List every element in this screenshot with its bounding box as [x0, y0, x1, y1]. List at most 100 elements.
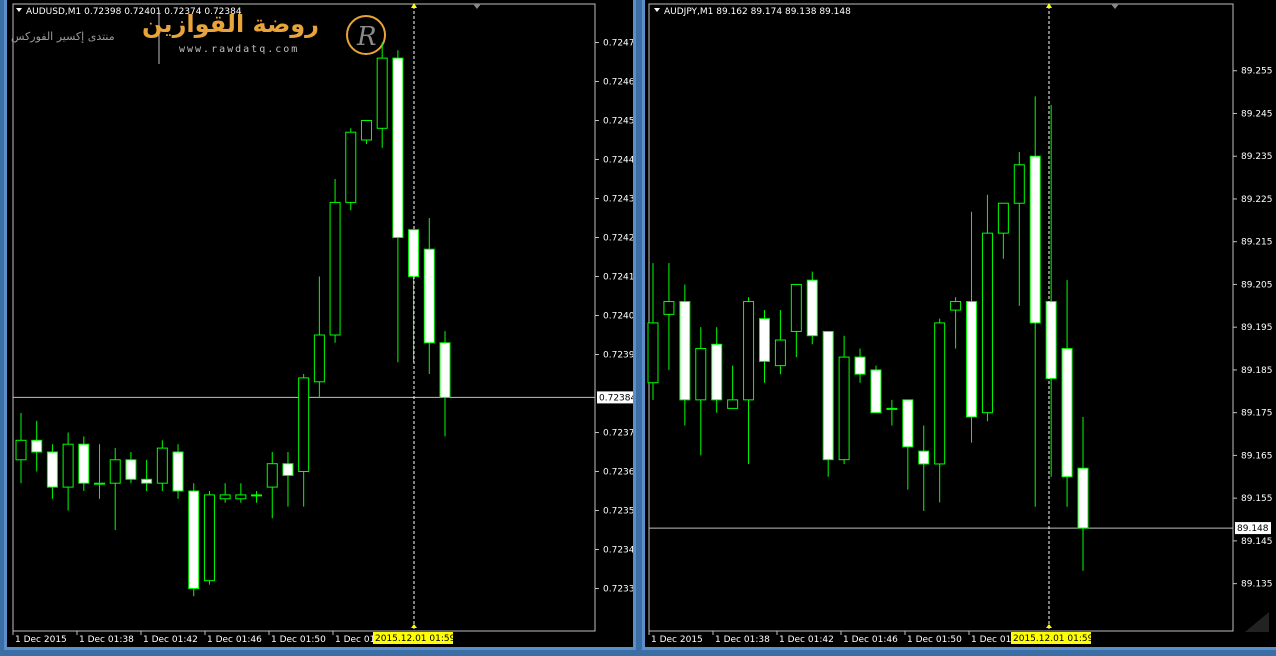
candle-body-bull [329, 201, 341, 336]
candle [695, 327, 707, 456]
candle-body-bear [1029, 155, 1041, 324]
y-tick-label: 0.72375 [603, 429, 633, 439]
candle-body-bull [298, 377, 310, 472]
candle [663, 263, 675, 370]
candle [345, 128, 357, 211]
candle-body-bear [31, 439, 43, 453]
y-tick-label: 89.215 [1241, 238, 1273, 248]
x-tick-label: 1 Dec 01:42 [779, 635, 834, 645]
candle [219, 483, 231, 503]
candle-body-bull [1013, 164, 1025, 204]
candle-body-bull [950, 301, 962, 311]
y-tick-label: 89.165 [1241, 451, 1273, 461]
chart-header: AUDJPY,M1 89.162 89.174 89.138 89.148 [664, 7, 851, 17]
candle-body-bull [360, 120, 372, 141]
candle [141, 459, 153, 491]
candle-body-bull [266, 463, 278, 488]
candle [1061, 280, 1073, 507]
candle-body-bull [62, 443, 74, 488]
x-tick-label: 1 Dec 01:46 [207, 635, 262, 645]
plot-frame [12, 3, 596, 632]
x-tick-label: 1 Dec 2015 [15, 635, 67, 645]
y-tick-label: 0.72365 [603, 468, 633, 478]
candle-body-bear [188, 490, 200, 589]
resize-grip-icon[interactable] [1245, 612, 1269, 632]
candle-body-bear [439, 342, 451, 398]
candle-body-bear [282, 463, 294, 476]
candle [727, 365, 739, 409]
candle [790, 283, 802, 358]
candle-body-bear [78, 443, 90, 484]
y-tick-label: 0.72415 [603, 273, 633, 283]
candle [313, 276, 325, 398]
candle-body-bull [345, 131, 357, 203]
candle-body-bear [141, 478, 153, 484]
chart-window-audjpy[interactable]: AUDJPY,M1 89.162 89.174 89.138 89.148 89… [642, 0, 1276, 650]
shift-marker-icon[interactable] [473, 4, 481, 9]
watermark-title: روضة القوازين [142, 10, 319, 38]
candle [758, 310, 770, 383]
candle-body-bull [790, 283, 802, 332]
candle [251, 491, 263, 503]
candle-body-bear [1061, 348, 1073, 478]
y-tick-label: 0.72455 [603, 117, 633, 127]
candle [125, 452, 137, 484]
y-tick-label: 89.195 [1241, 323, 1273, 333]
audjpy-chart-canvas[interactable]: AUDJPY,M1 89.162 89.174 89.138 89.148 89… [645, 0, 1276, 647]
candle [109, 448, 121, 530]
candle-body-bull [997, 202, 1009, 234]
candle-body-bear [711, 343, 723, 401]
candle [711, 327, 723, 413]
watermark-subtitle: منتدى إكسير الفوركس [11, 30, 115, 43]
y-tick-label: 89.205 [1241, 280, 1273, 290]
y-tick-label: 89.155 [1241, 494, 1273, 504]
y-tick-label: 0.72405 [603, 312, 633, 322]
candle-body-bull [94, 482, 106, 485]
candle-body-bull [663, 301, 675, 315]
candle [854, 348, 866, 383]
current-price-label: 0.72384 [599, 393, 633, 403]
x-tick-label: 1 Dec 01:38 [79, 635, 134, 645]
crosshair-bottom-marker-icon [1046, 624, 1052, 628]
candle-body-bear [679, 301, 691, 401]
candle [423, 218, 435, 374]
candle-body-bear [1045, 301, 1057, 379]
candle-body-bull [219, 494, 231, 500]
candle-body-bear [423, 248, 435, 344]
candle [1013, 151, 1025, 306]
candle [329, 179, 341, 343]
candle-body-bull [647, 322, 659, 384]
candle-body-bear [758, 318, 770, 362]
candle-body-bear [172, 451, 184, 492]
x-tick-label: 1 Dec 01:38 [715, 635, 770, 645]
candle-body-bear [392, 57, 404, 238]
chart-menu-icon[interactable] [16, 8, 22, 12]
y-tick-label: 89.145 [1241, 537, 1273, 547]
y-tick-label: 0.72335 [603, 585, 633, 595]
candle [934, 318, 946, 503]
candle [918, 425, 930, 511]
terminal-workspace: AUDUSD,M1 0.72398 0.72401 0.72374 0.7238… [0, 0, 1276, 656]
audusd-chart-canvas[interactable]: AUDUSD,M1 0.72398 0.72401 0.72374 0.7238… [7, 0, 633, 647]
candle-body-bull [981, 232, 993, 414]
y-tick-label: 89.185 [1241, 366, 1273, 376]
y-tick-label: 89.135 [1241, 580, 1273, 590]
candle-body-bear [125, 459, 137, 480]
y-tick-label: 0.72345 [603, 546, 633, 556]
x-tick-label: 1 Dec 01:50 [271, 635, 326, 645]
candle [62, 432, 74, 511]
candle [15, 413, 27, 484]
shift-marker-icon[interactable] [1111, 4, 1119, 9]
y-tick-label: 89.225 [1241, 195, 1273, 205]
crosshair-bottom-marker-icon [411, 624, 417, 628]
candle-body-bull [886, 407, 898, 410]
crosshair-time-label: 2015.12.01 01:59 [1013, 634, 1094, 644]
chart-window-audusd[interactable]: AUDUSD,M1 0.72398 0.72401 0.72374 0.7238… [4, 0, 636, 650]
candle [172, 444, 184, 499]
candle [360, 120, 372, 144]
candle-body-bull [251, 494, 263, 497]
candle [266, 452, 278, 519]
plot-frame [648, 3, 1234, 632]
x-tick-label: 1 Dec 01:50 [907, 635, 962, 645]
chart-menu-icon[interactable] [654, 8, 660, 12]
